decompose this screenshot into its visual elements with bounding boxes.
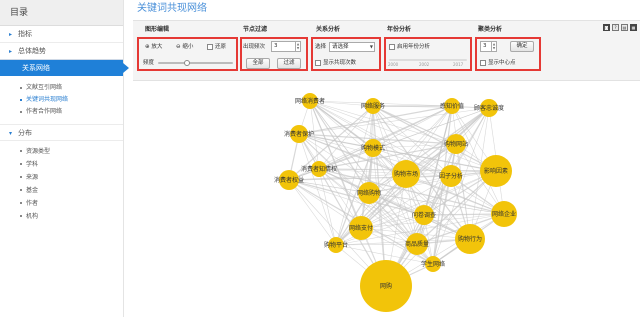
zoom-in-icon: ⊕ — [145, 44, 150, 50]
graph-node[interactable]: 网络企业 — [491, 201, 517, 227]
sidebar-subitem-discipline[interactable]: 学科 — [0, 158, 123, 171]
sidebar-item-distribution[interactable]: ▾ 分布 — [0, 124, 123, 141]
confirm-button[interactable]: 确定 — [510, 41, 534, 52]
cluster-count-input[interactable]: 3 ▲ ▼ — [480, 41, 497, 52]
graph-node[interactable]: 购物市场 — [392, 160, 420, 188]
edge — [298, 133, 362, 229]
node-label: 消费者保护 — [284, 130, 314, 138]
node-filter-heading: 节点过滤 — [243, 26, 268, 33]
node-label: 购物模式 — [361, 144, 385, 152]
node-label: 网络服务 — [361, 102, 385, 110]
node-label: 网络购物 — [357, 189, 381, 197]
node-label: 网络消费者 — [295, 97, 325, 105]
restore-control[interactable]: 还原 — [207, 43, 226, 51]
node-label: 商品质量 — [405, 240, 429, 248]
sidebar-subitem-resource-type[interactable]: 资源类型 — [0, 145, 123, 158]
node-label: 感知价值 — [440, 102, 464, 110]
relation-select[interactable]: 请选择 ▼ — [329, 42, 375, 52]
node-label: 问卷调查 — [412, 211, 436, 219]
graph-node[interactable]: 网络支付 — [349, 216, 373, 240]
graph-node[interactable]: 顾客忠诚度 — [474, 99, 504, 117]
expand-arrow-icon: ▸ — [9, 31, 13, 38]
sidebar-subitem-keyword-network[interactable]: 关键词共现网络 — [0, 94, 123, 106]
main-panel: 关键词共现网络 图形编辑 节点过滤 关系分析 年份分析 聚类分析 ◙? ▤ ▦ ⊕ … — [133, 0, 640, 317]
edges — [288, 100, 505, 287]
spinner-arrows-icon[interactable]: ▲ ▼ — [491, 42, 496, 51]
show-center-checkbox[interactable]: 显示中心点 — [480, 59, 516, 67]
graph-node[interactable]: 消费者保护 — [284, 125, 314, 143]
chevron-down-icon: ▼ — [369, 44, 373, 49]
node-label: 购物平台 — [324, 241, 348, 249]
sidebar-item-indicators[interactable]: ▸ 指标 — [0, 26, 123, 43]
show-cooccur-checkbox[interactable]: 显示共现次数 — [315, 59, 356, 67]
sidebar-subitem-fund[interactable]: 基金 — [0, 184, 123, 197]
frequency-input[interactable]: 3 ▲ ▼ — [271, 41, 301, 52]
graph-edit-heading: 图形编辑 — [145, 26, 170, 33]
all-button[interactable]: 全部 — [246, 58, 270, 69]
graph-node[interactable]: 网络服务 — [361, 98, 385, 114]
network-canvas[interactable]: 网络消费者网络服务 感知价值 顾客忠诚度消费者保护购物网站购物模式消费者知情权消费者… — [133, 82, 640, 317]
sidebar-item-trend[interactable]: ▸ 总体趋势 — [0, 43, 123, 60]
spinner-arrows-icon[interactable]: ▲ ▼ — [295, 42, 300, 51]
node-label: 购物市场 — [394, 170, 418, 178]
node-label: 影响因素 — [484, 167, 508, 175]
page-title: 关键词共现网络 — [137, 3, 207, 14]
node-label: 购物行为 — [458, 235, 482, 243]
sidebar-subitem-citation-network[interactable]: 文献互引网络 — [0, 82, 123, 94]
year-range-slider[interactable] — [389, 59, 467, 61]
relation-analysis-heading: 关系分析 — [316, 26, 341, 33]
toolbar-icons: ◙? ▤ ▦ — [601, 24, 637, 32]
sidebar: 目录 ▸ 指标 ▸ 总体趋势 关系网络 文献互引网络 关键词共现网络 作者合作网络 … — [0, 0, 129, 317]
export-icon[interactable]: ▤ — [621, 24, 628, 31]
analysis-toolbar: 图形编辑 节点过滤 关系分析 年份分析 聚类分析 ◙? ▤ ▦ ⊕ 放大 ⊖ 缩小 … — [133, 20, 640, 81]
sidebar-subitem-source[interactable]: 来源 — [0, 171, 123, 184]
graph-node[interactable]: 购物行为 — [455, 224, 485, 254]
collapse-arrow-icon: ▾ — [9, 130, 13, 137]
restore-icon — [207, 43, 213, 50]
graph-node[interactable]: 购物平台 — [324, 237, 348, 253]
zoom-out-icon: ⊖ — [176, 44, 181, 50]
node-label: 顾客忠诚度 — [474, 104, 504, 112]
select-prefix-label: 选择 — [315, 44, 327, 50]
enable-year-checkbox[interactable]: 启用年份分析 — [389, 43, 430, 51]
help-icon[interactable]: ? — [612, 24, 619, 31]
node-label: 网购 — [380, 282, 392, 290]
keyword-network-graph[interactable]: 网络消费者网络服务 感知价值 顾客忠诚度消费者保护购物网站购物模式消费者知情权消费者… — [133, 82, 640, 317]
checkbox-icon[interactable] — [480, 59, 486, 66]
transparency-slider[interactable] — [158, 62, 233, 64]
graph-node[interactable]: 网购 — [360, 260, 412, 312]
camera-icon[interactable]: ◙ — [603, 24, 610, 31]
node-label: 因子分析 — [439, 172, 463, 180]
settings-icon[interactable]: ▦ — [630, 24, 637, 31]
checkbox-icon[interactable] — [315, 59, 321, 66]
graph-node[interactable]: 感知价值 — [440, 98, 464, 114]
slider-handle[interactable] — [183, 60, 190, 66]
checkbox-icon[interactable] — [389, 43, 395, 50]
zoom-out-control[interactable]: ⊖ 缩小 — [176, 43, 193, 51]
node-label: 购物网站 — [444, 140, 468, 148]
edge — [288, 179, 362, 229]
year-tick-start: 2000 — [388, 62, 399, 67]
node-label: 消费者权益 — [274, 176, 304, 184]
sidebar-subitem-author-network[interactable]: 作者合作网络 — [0, 106, 123, 118]
transparency-label: 频度 — [143, 60, 155, 66]
filter-button[interactable]: 过滤 — [277, 58, 301, 69]
frequency-label: 出现频次 — [243, 44, 266, 50]
sidebar-subitem-author[interactable]: 作者 — [0, 197, 123, 210]
sidebar-subitem-institution[interactable]: 机构 — [0, 210, 123, 223]
sidebar-title: 目录 — [0, 0, 123, 26]
year-tick-mid: 2002 — [419, 62, 430, 67]
node-label: 学生网络 — [421, 260, 445, 268]
node-label: 消费者知情权 — [301, 165, 337, 173]
node-label: 网络支付 — [349, 224, 373, 232]
expand-arrow-icon: ▸ — [9, 48, 13, 55]
sidebar-item-relation-network[interactable]: 关系网络 — [0, 60, 129, 76]
cluster-analysis-heading: 聚类分析 — [478, 26, 503, 33]
zoom-in-control[interactable]: ⊕ 放大 — [145, 43, 162, 51]
year-analysis-heading: 年份分析 — [387, 26, 412, 33]
graph-node[interactable]: 影响因素 — [480, 155, 512, 187]
year-tick-end: 2017 — [453, 62, 464, 67]
node-label: 网络企业 — [492, 210, 516, 218]
